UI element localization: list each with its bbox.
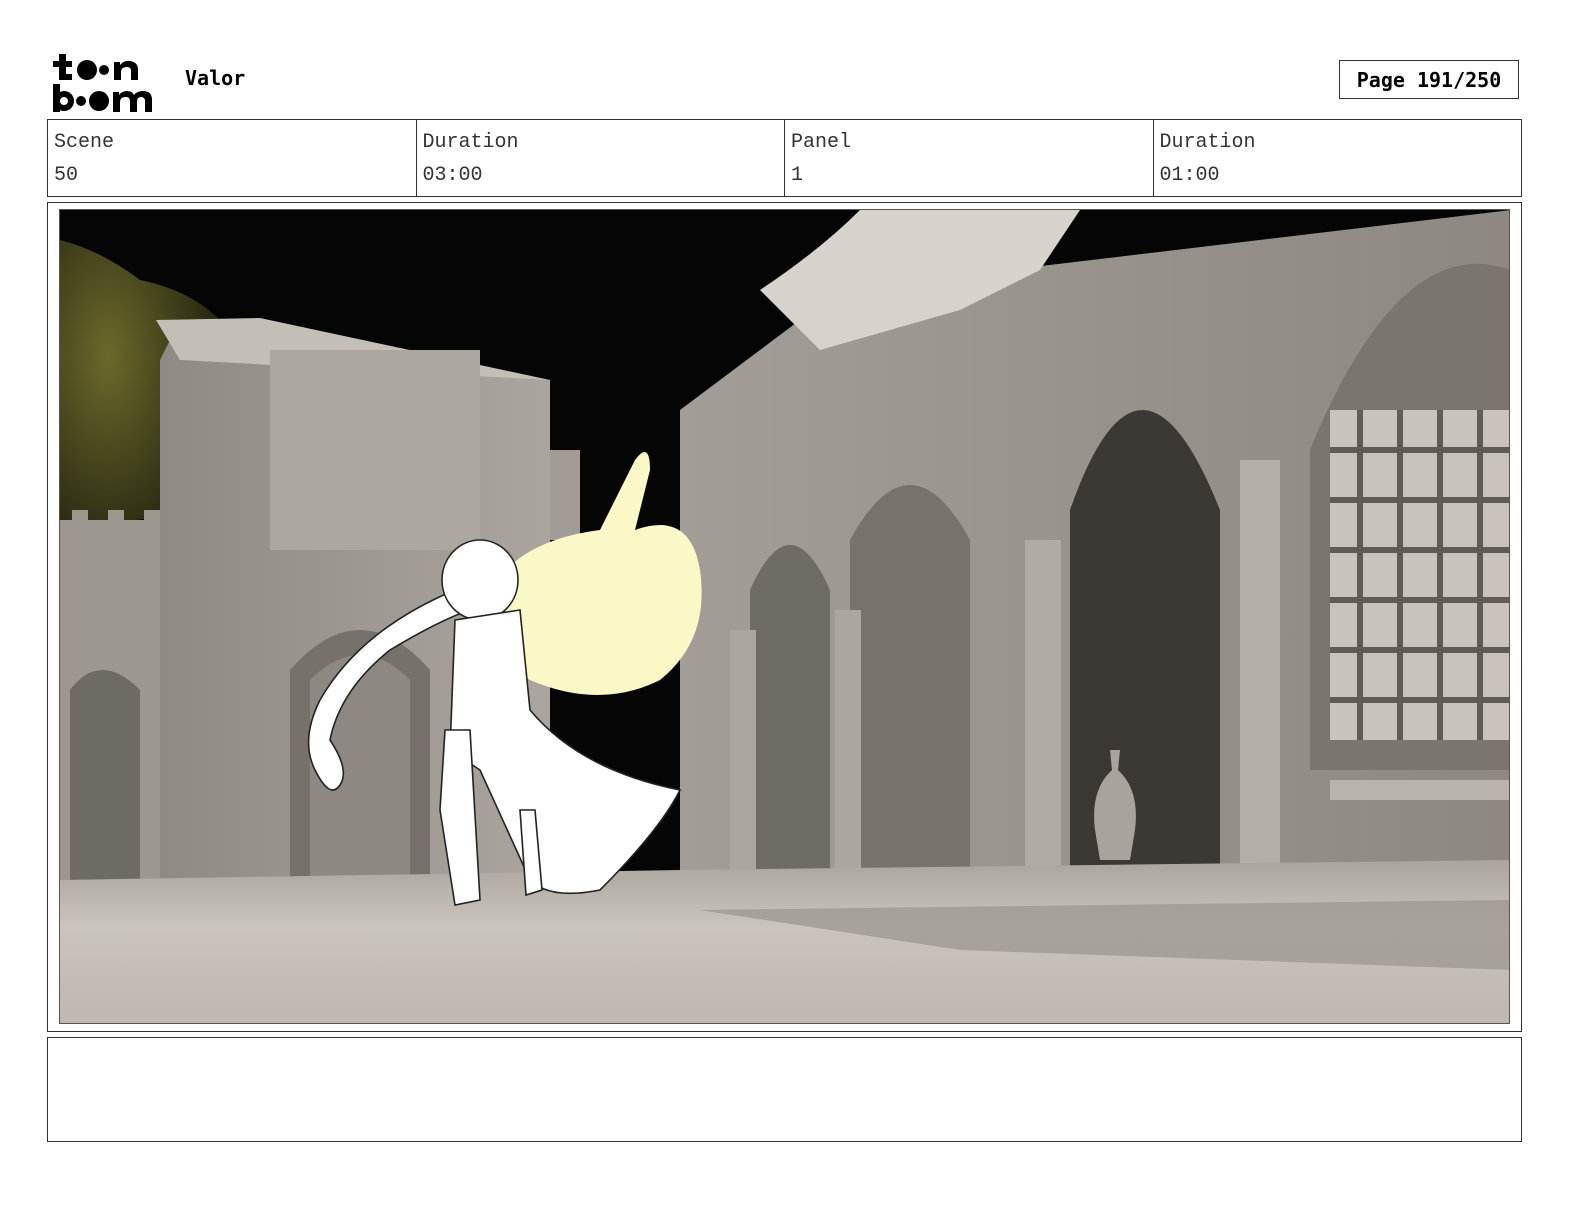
column-2 xyxy=(835,610,861,870)
left-arch xyxy=(70,670,140,890)
panel-duration-cell: Duration 01:00 xyxy=(1154,120,1522,196)
scene-duration-value: 03:00 xyxy=(422,164,483,187)
panel-value: 1 xyxy=(791,164,804,187)
arch-2 xyxy=(850,485,970,870)
large-arch xyxy=(1070,410,1220,870)
column-3 xyxy=(1025,540,1061,870)
scene-cell: Scene 50 xyxy=(48,120,417,196)
column-1 xyxy=(730,630,756,870)
scene-value: 50 xyxy=(54,164,79,187)
column-4 xyxy=(1240,460,1280,870)
toon-boom-logo xyxy=(50,50,166,114)
page-indicator: Page 191/250 xyxy=(1339,60,1519,99)
arch-1 xyxy=(750,545,830,870)
panel-label: Panel xyxy=(791,131,852,154)
storyboard-panel-image xyxy=(59,209,1510,1024)
left-building-panel xyxy=(270,350,480,550)
bench xyxy=(1330,780,1509,800)
project-title: Valor xyxy=(185,66,246,90)
scene-duration-label: Duration xyxy=(422,131,519,154)
panel-duration-label: Duration xyxy=(1159,131,1256,154)
panel-cell: Panel 1 xyxy=(785,120,1154,196)
left-tower xyxy=(550,450,580,540)
scene-duration-cell: Duration 03:00 xyxy=(417,120,785,196)
scene-info-table: Scene 50 Duration 03:00 Panel 1 Duration… xyxy=(47,119,1522,197)
panel-duration-value: 01:00 xyxy=(1159,164,1220,187)
scene-label: Scene xyxy=(54,131,115,154)
panel-notes-box xyxy=(47,1037,1522,1142)
